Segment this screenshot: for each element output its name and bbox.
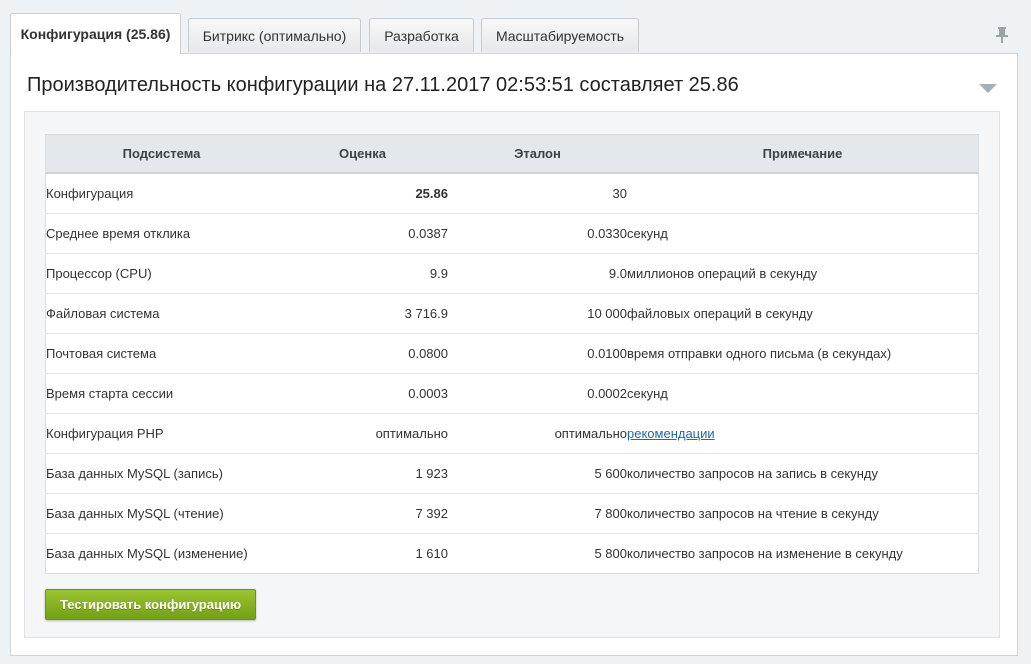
tab-configuration[interactable]: Конфигурация (25.86): [10, 13, 181, 54]
cell-reference: 5 600: [448, 453, 627, 494]
cell-reference: 0.0100: [448, 333, 627, 374]
table-header-row: Подсистема Оценка Эталон Примечание: [45, 134, 979, 174]
cell-subsystem: База данных MySQL (изменение): [45, 533, 277, 574]
cell-score: 3 716.9: [277, 293, 448, 334]
performance-panel: Производительность конфигурации на 27.11…: [10, 53, 1018, 656]
tab-scalability[interactable]: Масштабируемость: [481, 18, 639, 52]
column-header-note: Примечание: [627, 134, 979, 174]
cell-reference: 0.0330: [448, 213, 627, 254]
cell-score: 9.9: [277, 253, 448, 294]
cell-note: миллионов операций в секунду: [627, 253, 979, 294]
cell-note: файловых операций в секунду: [627, 293, 979, 334]
cell-reference: 30: [612, 186, 627, 201]
cell-score: оптимально: [277, 413, 448, 454]
cell-reference: 5 800: [448, 533, 627, 574]
table-row: Почтовая система 0.0800 0.0100 время отп…: [45, 333, 979, 374]
cell-reference: 7 800: [448, 493, 627, 534]
cell-note: секунд: [627, 213, 979, 254]
cell-note: секунд: [627, 373, 979, 414]
cell-note: [627, 173, 979, 214]
cell-subsystem: Конфигурация: [46, 186, 134, 201]
cell-score: 25.86: [415, 186, 448, 201]
table-row: База данных MySQL (изменение) 1 610 5 80…: [45, 533, 979, 574]
test-configuration-button[interactable]: Тестировать конфигурацию: [45, 589, 257, 620]
cell-reference: 10 000: [448, 293, 627, 334]
performance-table: Подсистема Оценка Эталон Примечание Конф…: [45, 134, 979, 574]
table-row: Время старта сессии 0.0003 0.0002 секунд: [45, 373, 979, 414]
table-row: База данных MySQL (запись) 1 923 5 600 к…: [45, 453, 979, 494]
cell-note: количество запросов на запись в секунду: [627, 453, 979, 494]
cell-subsystem: Почтовая система: [45, 333, 277, 374]
cell-subsystem: Время старта сессии: [45, 373, 277, 414]
recommendations-link[interactable]: рекомендации: [627, 426, 715, 441]
column-header-score: Оценка: [277, 134, 448, 174]
table-row: Процессор (CPU) 9.9 9.0 миллионов операц…: [45, 253, 979, 294]
page-title: Производительность конфигурации на 27.11…: [27, 74, 739, 96]
column-header-subsystem: Подсистема: [45, 134, 277, 174]
table-row: Конфигурация PHP оптимально оптимально р…: [45, 413, 979, 454]
pin-icon[interactable]: [995, 26, 1009, 44]
cell-subsystem: База данных MySQL (запись): [45, 453, 277, 494]
table-row: Конфигурация 25.86 30: [46, 173, 979, 214]
tab-bitrix[interactable]: Битрикс (оптимально): [188, 18, 361, 52]
cell-score: 1 923: [277, 453, 448, 494]
cell-note: количество запросов на изменение в секун…: [627, 533, 979, 574]
cell-note: количество запросов на чтение в секунду: [627, 493, 979, 534]
tab-development[interactable]: Разработка: [369, 18, 474, 52]
cell-subsystem: База данных MySQL (чтение): [45, 493, 277, 534]
results-container: Подсистема Оценка Эталон Примечание Конф…: [24, 111, 1000, 638]
table-row: Среднее время отклика 0.0387 0.0330 секу…: [45, 213, 979, 254]
cell-reference: оптимально: [448, 413, 627, 454]
table-row: Файловая система 3 716.9 10 000 файловых…: [45, 293, 979, 334]
cell-note: время отправки одного письма (в секундах…: [627, 333, 979, 374]
cell-score: 0.0003: [277, 373, 448, 414]
cell-note: рекомендации: [627, 413, 979, 454]
cell-score: 0.0800: [277, 333, 448, 374]
cell-reference: 9.0: [448, 253, 627, 294]
cell-score: 7 392: [277, 493, 448, 534]
cell-subsystem: Конфигурация PHP: [45, 413, 277, 454]
cell-score: 1 610: [277, 533, 448, 574]
cell-subsystem: Среднее время отклика: [45, 213, 277, 254]
column-header-reference: Эталон: [448, 134, 627, 174]
cell-score: 0.0387: [277, 213, 448, 254]
chevron-down-icon[interactable]: [979, 84, 997, 93]
cell-subsystem: Процессор (CPU): [45, 253, 277, 294]
cell-reference: 0.0002: [448, 373, 627, 414]
table-row: База данных MySQL (чтение) 7 392 7 800 к…: [45, 493, 979, 534]
cell-subsystem: Файловая система: [45, 293, 277, 334]
